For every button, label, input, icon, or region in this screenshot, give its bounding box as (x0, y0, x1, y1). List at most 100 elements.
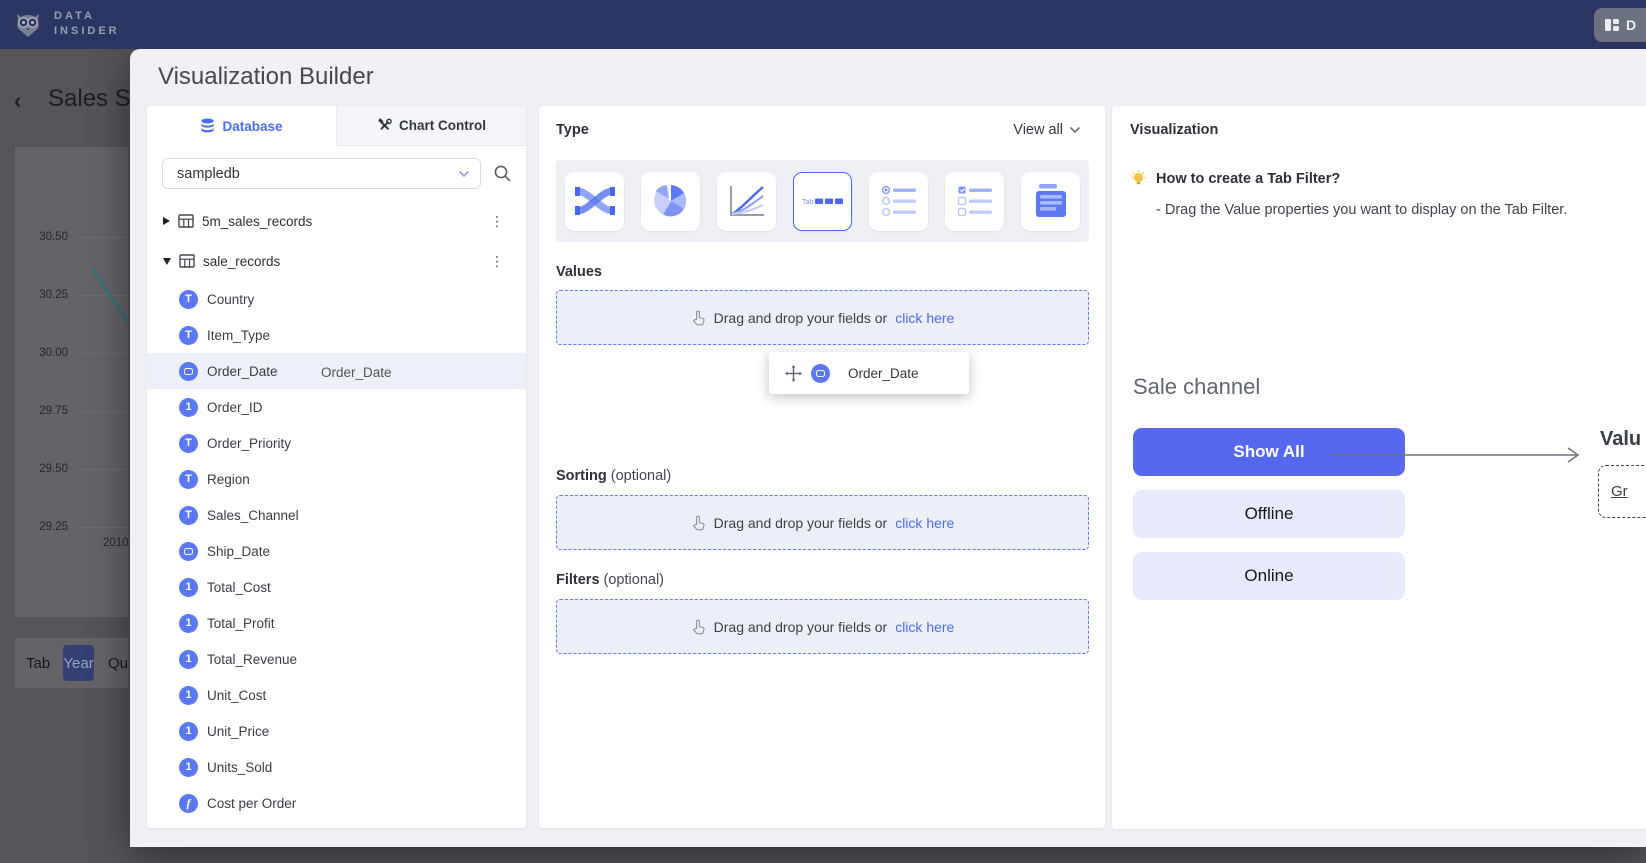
tree-field-row[interactable]: T Region (147, 461, 526, 497)
tab-database[interactable]: Database (147, 106, 336, 146)
builder-panel: Type View all (539, 106, 1105, 828)
annotation-group-link[interactable]: Gr (1611, 483, 1628, 500)
logo-text-line1: DATA (54, 9, 120, 24)
tree-field-row[interactable]: Order_Date (147, 353, 526, 389)
filters-section-label: Filters (optional) (556, 572, 664, 588)
tree-field-row[interactable]: 1 Order_ID (147, 389, 526, 425)
filters-dropzone[interactable]: Drag and drop your fields or click here (556, 599, 1089, 654)
table-name: 5m_sales_records (202, 214, 312, 229)
number-field-icon: 1 (179, 398, 198, 417)
chart-type-pie[interactable] (641, 172, 700, 231)
lightbulb-icon (1130, 170, 1147, 188)
view-all-button[interactable]: View all (1013, 122, 1081, 138)
filters-dropzone-text: Drag and drop your fields or (714, 619, 888, 635)
checkbox-list-icon (957, 185, 993, 217)
number-field-icon: 1 (179, 722, 198, 741)
database-select[interactable]: sampledb (162, 158, 481, 189)
table-icon (179, 253, 195, 269)
view-all-label: View all (1013, 122, 1063, 138)
kebab-menu-icon[interactable]: ⋮ (490, 259, 504, 263)
dragged-field-chip[interactable]: Order_Date (769, 352, 969, 394)
values-dropzone-text: Drag and drop your fields or (714, 310, 888, 326)
chart-type-checkbox-list[interactable] (945, 172, 1004, 231)
database-search-row: sampledb (162, 158, 514, 189)
widget-title: Sale channel (1133, 374, 1260, 400)
annotation-group-box[interactable]: Gr (1598, 465, 1646, 518)
field-name: Total_Cost (207, 580, 271, 595)
text-field-icon: T (179, 470, 198, 489)
sorting-dropzone-link[interactable]: click here (895, 515, 954, 531)
field-name: Country (207, 292, 254, 307)
text-field-icon: T (179, 434, 198, 453)
database-icon (200, 118, 215, 134)
tree-field-row[interactable]: 1Total_Profit (147, 605, 526, 641)
top-navbar: DATA INSIDER D (0, 0, 1646, 49)
chart-type-dropdown-list[interactable] (1021, 172, 1080, 231)
tree-field-row[interactable]: 1Total_Cost (147, 569, 526, 605)
date-field-icon (179, 362, 198, 381)
chart-type-strip: Tab (556, 160, 1089, 242)
tab-chart-control[interactable]: Chart Control (336, 106, 526, 146)
tree-field-row[interactable]: 1Unit_Cost (147, 677, 526, 713)
field-name: Unit_Price (207, 724, 269, 739)
dashboard-mode-button[interactable]: D (1594, 8, 1646, 42)
tree-field-row[interactable]: 1Units_Sold (147, 749, 526, 785)
field-name: Region (207, 472, 250, 487)
channel-button-online[interactable]: Online (1133, 552, 1405, 600)
channel-button-offline[interactable]: Offline (1133, 490, 1405, 538)
type-section-label: Type (556, 122, 589, 138)
chart-type-line[interactable] (717, 172, 776, 231)
move-cursor-icon (785, 365, 802, 382)
values-section-label: Values (556, 264, 602, 280)
chart-type-sankey[interactable] (565, 172, 624, 231)
dropdown-list-icon (1033, 183, 1069, 219)
values-dropzone-link[interactable]: click here (895, 310, 954, 326)
kebab-menu-icon[interactable]: ⋮ (490, 219, 504, 223)
sorting-dropzone-text: Drag and drop your fields or (714, 515, 888, 531)
hand-pointer-icon (691, 515, 706, 531)
tip-row: How to create a Tab Filter? (1130, 170, 1340, 188)
sorting-dropzone[interactable]: Drag and drop your fields or click here (556, 495, 1089, 550)
search-icon[interactable] (493, 164, 512, 183)
field-name: Sales_Channel (207, 508, 299, 523)
tab-database-label: Database (222, 119, 282, 134)
tree-field-row[interactable]: 1Total_Revenue (147, 641, 526, 677)
database-panel-tabs: Database Chart Control (147, 106, 526, 146)
tree-field-row[interactable]: T Country (147, 281, 526, 317)
text-field-icon: T (179, 290, 198, 309)
chart-type-radio-list[interactable] (869, 172, 928, 231)
values-dropzone[interactable]: Drag and drop your fields or click here (556, 290, 1089, 345)
visualization-header: Visualization (1130, 122, 1218, 138)
date-field-icon (811, 364, 830, 383)
chart-type-tab-filter[interactable]: Tab (793, 172, 852, 231)
chart-line-series (0, 0, 130, 863)
tree-field-row[interactable]: TItem_Type (147, 317, 526, 353)
tree-field-row[interactable]: TSales_Channel (147, 497, 526, 533)
visualization-panel: Visualization How to create a Tab Filter… (1112, 106, 1646, 829)
tree-field-row[interactable]: TOrder_Priority (147, 425, 526, 461)
date-field-icon (179, 542, 198, 561)
tree-field-row[interactable]: fCost per Order (147, 785, 526, 821)
number-field-icon: 1 (179, 650, 198, 669)
database-panel: Database Chart Control sampledb (147, 106, 526, 828)
field-name: Item_Type (207, 328, 270, 343)
tree-field-row[interactable]: Ship_Date (147, 533, 526, 569)
database-tree: 5m_sales_records⋮sale_records⋮TCountryTI… (147, 201, 526, 821)
caret-down-icon[interactable] (163, 258, 171, 265)
pie-chart-icon (653, 183, 689, 219)
tree-table-row[interactable]: sale_records ⋮ (147, 241, 526, 281)
tip-body: - Drag the Value properties you want to … (1156, 202, 1567, 218)
tip-title: How to create a Tab Filter? (1156, 171, 1340, 187)
caret-right-icon[interactable] (163, 217, 170, 225)
hammer-wrench-icon (377, 118, 392, 133)
annotation-value-label: Valu (1600, 428, 1641, 451)
tree-table-row[interactable]: 5m_sales_records ⋮ (147, 201, 526, 241)
tree-field-row[interactable]: 1 Unit_Price (147, 713, 526, 749)
filters-dropzone-link[interactable]: click here (895, 619, 954, 635)
svg-text:Tab: Tab (802, 199, 813, 206)
tab-filter-icon: Tab (802, 194, 844, 208)
table-name: sale_records (203, 254, 280, 269)
field-name: Order_ID (207, 400, 263, 415)
app-logo[interactable]: DATA INSIDER (12, 8, 120, 40)
dashboard-button-label: D (1626, 17, 1636, 33)
